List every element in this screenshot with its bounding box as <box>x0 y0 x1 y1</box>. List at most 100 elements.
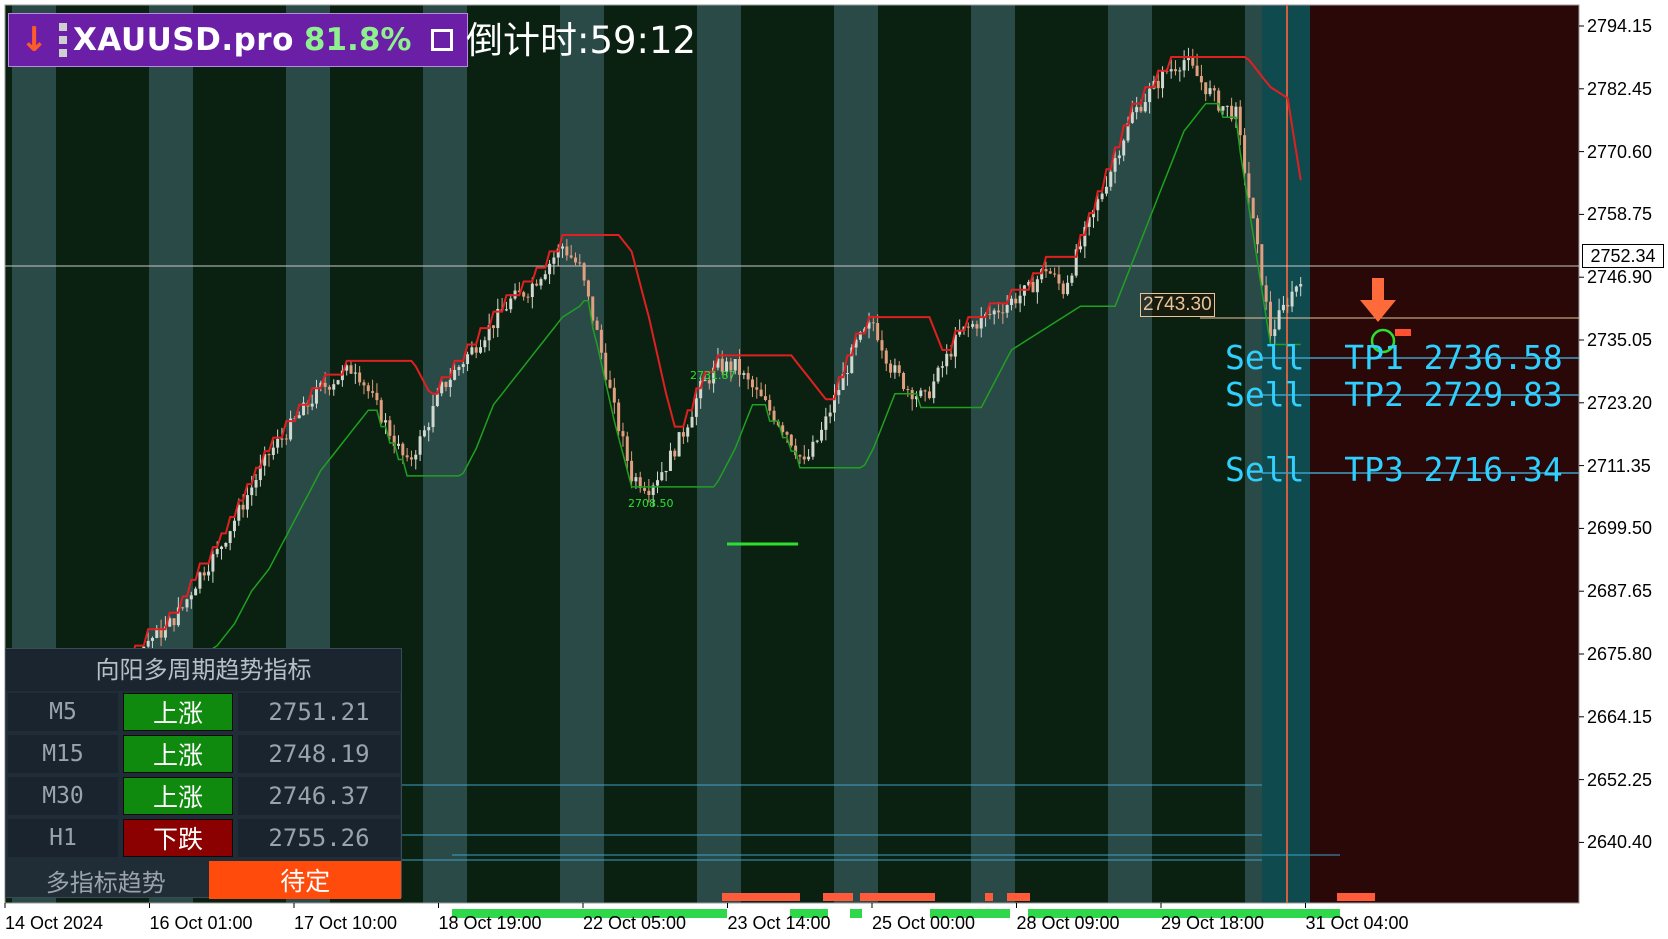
candle-body <box>504 309 508 311</box>
candle-body <box>250 487 254 496</box>
drag-handle-icon[interactable] <box>59 23 67 57</box>
candle-body <box>353 372 357 374</box>
candle-body <box>884 350 888 364</box>
candle-body <box>336 380 340 385</box>
candle-body <box>366 385 370 392</box>
time-tick-label: 31 Oct 04:00 <box>1305 913 1409 933</box>
candle-body <box>1156 80 1160 89</box>
trend-panel: 向阳多周期趋势指标 M5 上涨 2751.21 M15 上涨 2748.19 M… <box>5 648 402 901</box>
candle-body <box>539 279 543 286</box>
current-price-tag: 2752.34 <box>1582 244 1664 268</box>
trend-price: 2746.37 <box>238 777 400 815</box>
candle-body <box>448 379 452 388</box>
sell-tp3-label: Sell TP3 2716.34 <box>1225 450 1563 489</box>
candle-body <box>202 572 206 576</box>
candle-body <box>1208 88 1212 95</box>
multi-indicator-status[interactable]: 待定 <box>209 861 401 899</box>
trend-panel-title: 向阳多周期趋势指标 <box>6 649 401 691</box>
candle-body <box>552 257 556 264</box>
candle-body <box>772 410 776 422</box>
candle-body <box>755 387 759 390</box>
trend-price: 2751.21 <box>238 693 400 731</box>
candle-body <box>565 246 569 256</box>
trend-footer: 多指标趋势 待定 <box>6 859 401 901</box>
time-tick-label: 18 Oct 19:00 <box>438 913 542 933</box>
candle-body <box>280 438 284 440</box>
time-tick-label: 17 Oct 10:00 <box>294 913 398 933</box>
candle-body <box>1109 171 1113 187</box>
candle-body <box>798 455 802 457</box>
time-tick-label: 25 Oct 00:00 <box>872 913 976 933</box>
candle-body <box>656 480 659 486</box>
checkbox-icon[interactable] <box>431 29 454 51</box>
candle-body <box>543 274 547 280</box>
entry-marker <box>1395 329 1411 336</box>
candle-body <box>435 393 439 407</box>
trend-status-up: 上涨 <box>123 777 233 815</box>
candle-body <box>215 548 219 555</box>
candle-body <box>1273 329 1277 337</box>
price-tick-label: 2664.15 <box>1587 706 1653 727</box>
candle-body <box>371 391 375 393</box>
bear-histogram-bar <box>823 893 853 901</box>
candle-body <box>1294 286 1298 292</box>
candle-body <box>224 542 228 547</box>
session-stripe <box>697 5 741 903</box>
candle-body <box>1035 279 1039 293</box>
bear-histogram-bar <box>1337 893 1375 901</box>
candle-body <box>1117 155 1121 159</box>
candle-body <box>1057 274 1061 284</box>
candle-body <box>1048 271 1052 274</box>
trend-row-m15: M15 上涨 2748.19 <box>6 733 401 775</box>
candle-body <box>820 429 824 441</box>
price-tick-label: 2652.25 <box>1587 769 1653 790</box>
candle-body <box>1290 291 1294 307</box>
price-tick-label: 2699.50 <box>1587 518 1653 539</box>
price-tick-label: 2675.80 <box>1587 644 1653 664</box>
candle-body <box>530 283 534 298</box>
candle-body <box>971 324 975 327</box>
candle-body <box>768 399 772 411</box>
candle-body <box>668 450 672 471</box>
candle-body <box>1268 301 1272 337</box>
candle-body <box>422 430 426 437</box>
candle-body <box>245 495 249 510</box>
candle-body <box>1066 282 1070 295</box>
candle-body <box>1238 106 1242 136</box>
candle-body <box>1191 58 1195 66</box>
candle-body <box>444 381 448 388</box>
candle-body <box>807 456 811 460</box>
candle-body <box>323 382 327 387</box>
candle-body <box>314 387 318 404</box>
session-stripe <box>560 5 604 903</box>
candle-body <box>181 607 185 609</box>
candle-body <box>276 438 280 448</box>
price-tick-label: 2687.65 <box>1587 581 1653 602</box>
candle-body <box>1277 310 1281 330</box>
candle-body <box>457 367 461 370</box>
candle-body <box>975 324 979 329</box>
trend-status-down: 下跌 <box>123 819 233 857</box>
candle-body <box>1161 70 1165 89</box>
signal-percent: 81.8% <box>303 22 412 58</box>
candle-body <box>401 443 405 456</box>
candle-body <box>379 400 383 423</box>
candle-body <box>1199 76 1203 83</box>
bear-histogram-bar <box>860 893 935 901</box>
candle-body <box>332 384 336 390</box>
candle-body <box>431 406 435 428</box>
candle-body <box>940 366 944 368</box>
price-tick-label: 2711.35 <box>1587 455 1651 476</box>
candle-body <box>876 323 880 341</box>
time-tick-label: 22 Oct 05:00 <box>583 913 687 933</box>
signal-banner: ↓ XAUUSD.pro 81.8% <box>8 13 468 67</box>
candle-body <box>267 454 271 456</box>
trend-status-up: 上涨 <box>123 693 233 731</box>
session-stripe <box>971 5 1015 903</box>
candle-body <box>470 347 474 355</box>
candle-body <box>569 255 573 258</box>
session-stripe <box>423 5 467 903</box>
candle-body <box>949 353 953 357</box>
candle-body <box>625 436 629 461</box>
candle-body <box>358 372 362 383</box>
